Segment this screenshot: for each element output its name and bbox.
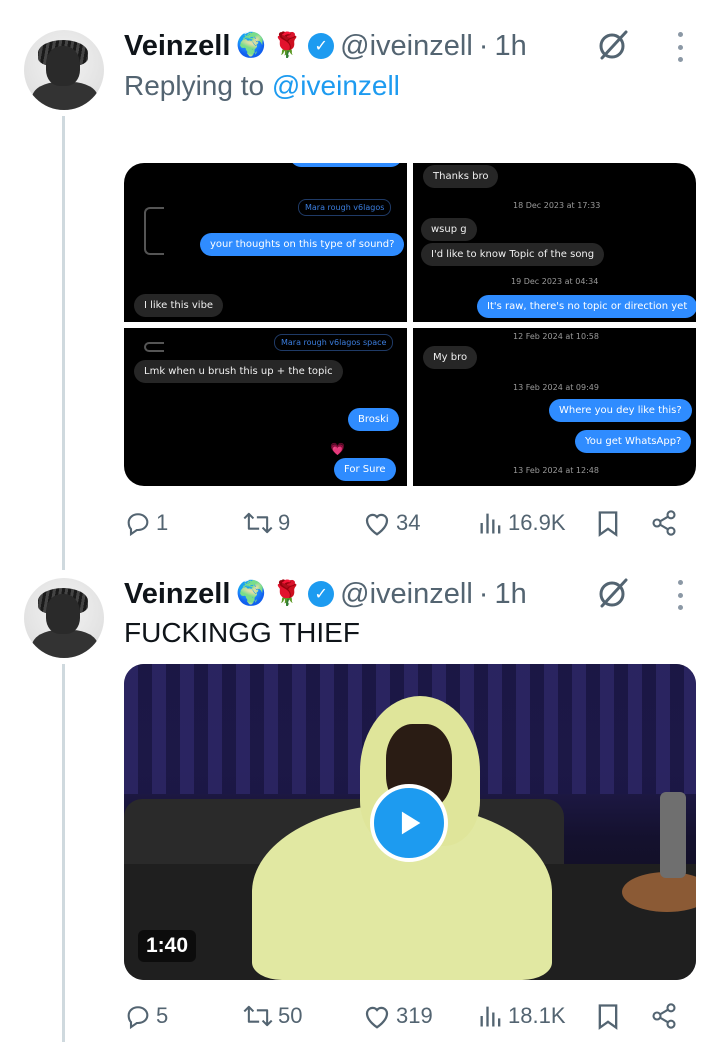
views-button[interactable]: 18.1K bbox=[478, 998, 566, 1034]
chat-bubble-incoming: wsup g bbox=[421, 218, 477, 241]
avatar[interactable] bbox=[24, 578, 104, 658]
separator: · bbox=[478, 29, 489, 62]
reply-count: 1 bbox=[156, 510, 169, 535]
screenshot-2[interactable]: Thanks bro 18 Dec 2023 at 17:33 wsup g I… bbox=[413, 163, 696, 322]
chat-timestamp: 18 Dec 2023 at 17:33 bbox=[513, 201, 601, 210]
separator: · bbox=[478, 577, 489, 610]
screenshot-1[interactable]: Mara rough v6lagos your thoughts on this… bbox=[124, 163, 407, 322]
grok-icon[interactable] bbox=[596, 28, 630, 62]
like-button[interactable]: 319 bbox=[362, 998, 433, 1034]
chat-bubble-outgoing: You get WhatsApp? bbox=[575, 429, 692, 453]
screenshot-3[interactable]: Mara rough v6lagos space Lmk when u brus… bbox=[124, 327, 407, 486]
repost-icon bbox=[243, 1005, 273, 1027]
chat-bubble-outgoing: your thoughts on this type of sound? bbox=[200, 233, 405, 256]
chat-timestamp: 19 Dec 2023 at 04:34 bbox=[511, 277, 599, 286]
share-button[interactable] bbox=[650, 998, 678, 1034]
chat-timestamp: 13 Feb 2024 at 09:49 bbox=[513, 382, 599, 392]
chat-bubble-incoming: My bro bbox=[423, 345, 478, 369]
bookmark-button[interactable] bbox=[596, 505, 620, 541]
display-name[interactable]: Veinzell bbox=[124, 30, 230, 63]
share-button[interactable] bbox=[650, 505, 678, 541]
thread-line-2 bbox=[62, 664, 65, 1042]
tweet-header: Veinzell 🌍 🌹 ✓ @iveinzell · 1h bbox=[124, 576, 527, 612]
repost-button[interactable]: 9 bbox=[242, 505, 290, 541]
timestamp[interactable]: 1h bbox=[494, 30, 526, 63]
replying-mention-link[interactable]: @iveinzell bbox=[272, 70, 400, 101]
chat-timestamp: 12 Feb 2024 at 10:58 bbox=[513, 331, 599, 341]
handle[interactable]: @iveinzell bbox=[340, 578, 473, 611]
more-icon[interactable] bbox=[676, 580, 684, 610]
video-duration: 1:40 bbox=[138, 930, 197, 962]
repost-icon bbox=[243, 512, 273, 534]
bookmark-button[interactable] bbox=[596, 998, 620, 1034]
repost-count: 9 bbox=[278, 510, 291, 535]
bracket-shape bbox=[144, 207, 164, 255]
like-count: 34 bbox=[396, 510, 421, 535]
reply-button[interactable]: 1 bbox=[124, 505, 168, 541]
reply-count: 5 bbox=[156, 1003, 169, 1028]
rose-emoji: 🌹 bbox=[272, 32, 303, 59]
verified-badge-icon: ✓ bbox=[308, 33, 335, 59]
bracket-shape bbox=[144, 341, 164, 352]
verified-badge-icon: ✓ bbox=[308, 581, 335, 607]
rose-emoji: 🌹 bbox=[272, 580, 303, 607]
cut-bubble bbox=[290, 163, 402, 167]
handle[interactable]: @iveinzell bbox=[340, 30, 473, 63]
avatar[interactable] bbox=[24, 30, 104, 110]
like-icon bbox=[365, 513, 389, 536]
action-bar: 5 50 319 18.1K bbox=[124, 998, 696, 1034]
view-count: 16.9K bbox=[508, 510, 566, 535]
reaction-emoji: 💗 bbox=[330, 441, 345, 456]
like-icon bbox=[365, 1006, 389, 1029]
thread-line-1 bbox=[62, 116, 65, 570]
file-chip: Mara rough v6lagos bbox=[298, 199, 392, 216]
repost-button[interactable]: 50 bbox=[242, 998, 302, 1034]
file-chip: Mara rough v6lagos space bbox=[274, 333, 394, 351]
share-icon bbox=[652, 510, 676, 536]
like-button[interactable]: 34 bbox=[362, 505, 420, 541]
chat-bubble-outgoing: Broski bbox=[348, 407, 399, 431]
chat-timestamp: 13 Feb 2024 at 12:48 bbox=[513, 465, 599, 475]
reply-icon bbox=[127, 513, 149, 537]
chat-bubble-incoming: Lmk when u brush this up + the topic bbox=[134, 359, 343, 383]
play-button[interactable] bbox=[370, 784, 448, 862]
chat-bubble-incoming: I like this vibe bbox=[134, 294, 224, 317]
tweet-text: FUCKINGG THIEF bbox=[124, 617, 360, 648]
bookmark-icon bbox=[598, 1004, 618, 1030]
globe-emoji: 🌍 bbox=[236, 32, 267, 59]
repost-count: 50 bbox=[278, 1003, 303, 1028]
view-count: 18.1K bbox=[508, 1003, 566, 1028]
screenshot-4[interactable]: 12 Feb 2024 at 10:58 My bro 13 Feb 2024 … bbox=[413, 327, 696, 486]
more-icon[interactable] bbox=[676, 32, 684, 62]
share-icon bbox=[652, 1003, 676, 1029]
display-name[interactable]: Veinzell bbox=[124, 578, 230, 611]
video-player[interactable]: 1:40 bbox=[124, 664, 696, 980]
chat-bubble-outgoing: Where you dey like this? bbox=[549, 398, 692, 422]
views-icon bbox=[480, 513, 501, 534]
action-bar: 1 9 34 16.9K bbox=[124, 505, 696, 541]
reply-icon bbox=[127, 1006, 149, 1030]
grok-icon[interactable] bbox=[596, 576, 630, 610]
views-button[interactable]: 16.9K bbox=[478, 505, 566, 541]
like-count: 319 bbox=[396, 1003, 433, 1028]
globe-emoji: 🌍 bbox=[236, 580, 267, 607]
tweet-header: Veinzell 🌍 🌹 ✓ @iveinzell · 1h bbox=[124, 28, 527, 64]
chat-bubble-outgoing: For Sure bbox=[334, 457, 396, 481]
video-frame-microphone bbox=[660, 792, 686, 878]
bookmark-icon bbox=[598, 511, 618, 537]
chat-bubble-outgoing: It's raw, there's no topic or direction … bbox=[477, 295, 696, 318]
views-icon bbox=[480, 1006, 501, 1027]
chat-bubble-incoming: I'd like to know Topic of the song bbox=[421, 243, 605, 266]
replying-prefix: Replying to bbox=[124, 70, 265, 101]
timestamp[interactable]: 1h bbox=[494, 578, 526, 611]
media-grid[interactable]: Mara rough v6lagos your thoughts on this… bbox=[124, 163, 696, 486]
chat-bubble-incoming: Thanks bro bbox=[423, 165, 499, 188]
replying-to: Replying to @iveinzell bbox=[124, 70, 400, 102]
play-icon bbox=[401, 811, 421, 835]
reply-button[interactable]: 5 bbox=[124, 998, 168, 1034]
